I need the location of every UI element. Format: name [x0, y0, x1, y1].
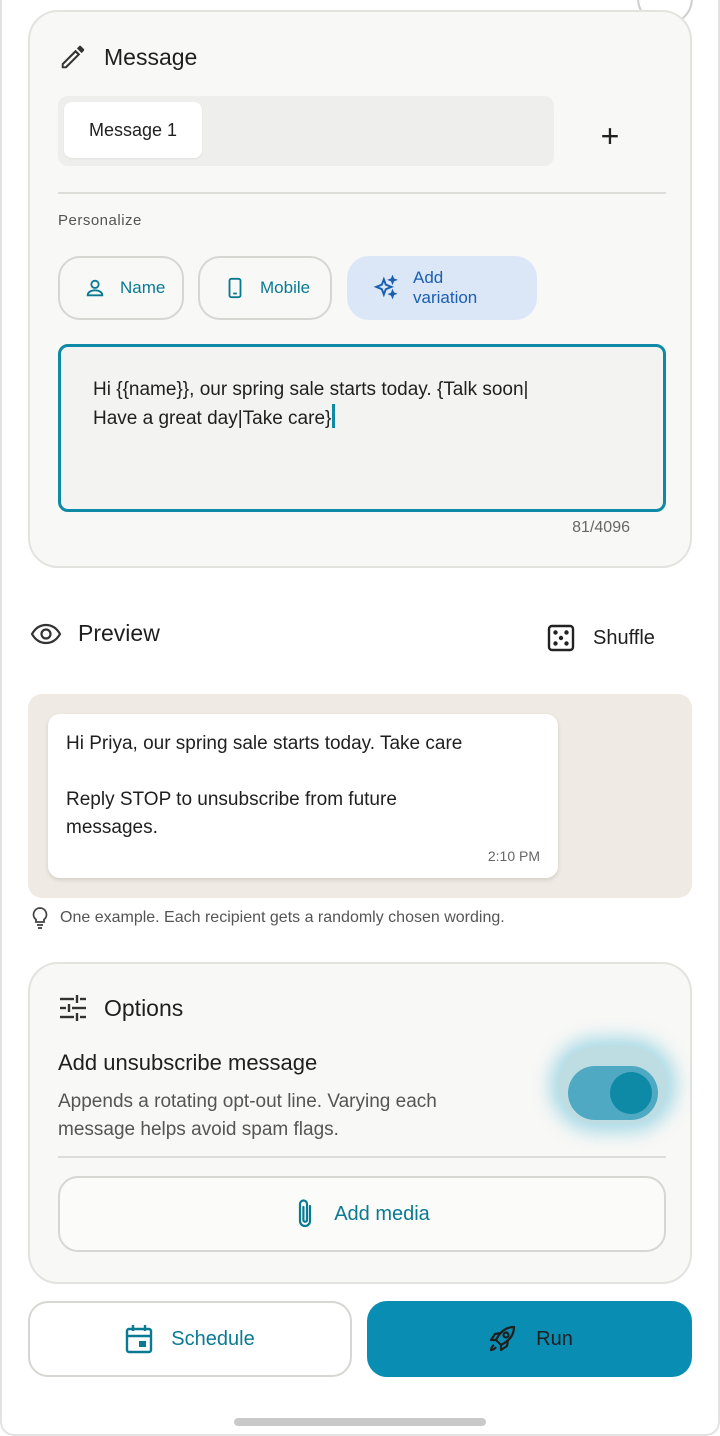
options-title: Options	[104, 994, 184, 1021]
add-variation-chip[interactable]: Add variation	[347, 256, 537, 320]
divider	[58, 1156, 666, 1158]
preview-header: Preview	[30, 620, 160, 647]
mobile-chip[interactable]: Mobile	[198, 256, 332, 320]
name-chip-label: Name	[120, 278, 166, 297]
add-media-label: Add media	[334, 1202, 430, 1225]
message-card: Message Message 1 + Personalize Name Mob…	[28, 10, 692, 568]
rocket-icon	[486, 1323, 518, 1355]
bubble-timestamp: 2:10 PM	[487, 848, 540, 864]
message-title: Message	[104, 43, 198, 70]
message-bubble: Hi Priya, our spring sale starts today. …	[48, 714, 558, 878]
text-caret	[332, 404, 336, 428]
pencil-icon	[58, 42, 88, 72]
calendar-icon	[125, 1324, 153, 1354]
eye-icon	[30, 623, 62, 645]
add-media-button[interactable]: Add media	[58, 1176, 666, 1252]
add-variation-label: Add variation	[413, 268, 478, 307]
preview-title: Preview	[78, 620, 160, 646]
run-button[interactable]: Run	[367, 1301, 692, 1377]
sliders-icon	[58, 994, 88, 1022]
options-header: Options	[58, 994, 183, 1022]
unsubscribe-description: Appends a rotating opt-out line. Varying…	[58, 1091, 437, 1140]
person-icon	[84, 277, 106, 299]
options-card: Options Add unsubscribe message Appends …	[28, 962, 692, 1284]
paperclip-icon	[294, 1197, 316, 1231]
home-indicator	[234, 1418, 486, 1426]
preview-hint: One example. Each recipient gets a rando…	[30, 906, 505, 930]
add-message-button[interactable]: +	[590, 116, 630, 156]
dice-icon	[547, 624, 575, 652]
tab-message-1[interactable]: Message 1	[64, 102, 202, 158]
hint-text: One example. Each recipient gets a rando…	[60, 909, 505, 926]
preview-box: Hi Priya, our spring sale starts today. …	[28, 694, 692, 898]
message-textarea[interactable]: Hi {{name}}, our spring sale starts toda…	[58, 344, 666, 512]
schedule-label: Schedule	[171, 1327, 255, 1350]
message-header: Message	[58, 42, 197, 72]
mobile-chip-label: Mobile	[260, 278, 311, 297]
phone-icon	[224, 275, 246, 301]
bubble-text-line2: Reply STOP to unsubscribe from future me…	[66, 789, 397, 838]
message-text-line2: Have a great day|Take care}	[93, 408, 332, 429]
personalize-label: Personalize	[58, 212, 142, 229]
shuffle-button[interactable]: Shuffle	[547, 624, 655, 652]
schedule-button[interactable]: Schedule	[28, 1301, 352, 1377]
sparkle-icon	[373, 275, 399, 301]
bubble-text-line1: Hi Priya, our spring sale starts today. …	[66, 733, 463, 754]
name-chip[interactable]: Name	[58, 256, 184, 320]
toggle-knob	[610, 1072, 652, 1114]
message-tabs: Message 1	[58, 96, 554, 166]
character-counter: 81/4096	[572, 519, 630, 536]
run-label: Run	[536, 1327, 573, 1350]
message-text-line1: Hi {{name}}, our spring sale starts toda…	[93, 379, 529, 400]
unsubscribe-title: Add unsubscribe message	[58, 1050, 318, 1075]
shuffle-label: Shuffle	[593, 626, 655, 649]
unsubscribe-toggle[interactable]	[568, 1066, 658, 1120]
divider	[58, 192, 666, 194]
lightbulb-icon	[30, 906, 50, 930]
